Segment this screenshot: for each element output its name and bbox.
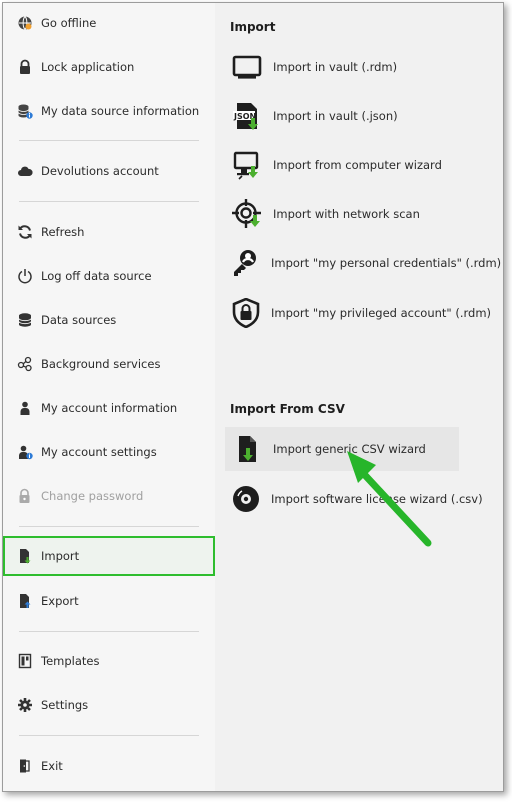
menu-item-devolutions-account[interactable]: Devolutions account [3, 151, 215, 191]
computer-import-icon [231, 149, 263, 181]
menu-divider [19, 631, 199, 632]
menu-item-my-account-information[interactable]: My account information [3, 388, 215, 428]
menu-item-log-off-data-source[interactable]: Log off data source [3, 256, 215, 296]
refresh-icon [17, 224, 33, 240]
menu-label: Log off data source [41, 269, 152, 283]
menu-label: My data source information [41, 104, 200, 118]
menu-label: Export [41, 594, 79, 608]
menu-label: Devolutions account [41, 164, 159, 178]
menu-item-refresh[interactable]: Refresh [3, 212, 215, 252]
user-icon [17, 400, 33, 416]
export-icon [17, 593, 33, 609]
menu-label: Go offline [41, 16, 97, 30]
import-item-label: Import with network scan [273, 207, 420, 221]
templates-icon [17, 653, 33, 669]
import-item-label: Import in vault (.rdm) [273, 60, 398, 74]
lock-key-icon [17, 488, 33, 504]
cloud-icon [17, 163, 33, 179]
menu-item-go-offline[interactable]: Go offline [3, 3, 215, 43]
import-section-title: Import [230, 20, 276, 34]
import-generic-csv-wizard[interactable]: Import generic CSV wizard [225, 427, 459, 471]
menu-label: My account information [41, 401, 178, 415]
database-info-icon [17, 103, 33, 119]
menu-item-my-account-settings[interactable]: My account settings [3, 432, 215, 472]
menu-label: Background services [41, 357, 161, 371]
power-icon [17, 268, 33, 284]
import-item-label: Import in vault (.json) [273, 109, 398, 123]
csv-import-icon [231, 433, 263, 465]
import-item-label: Import software license wizard (.csv) [271, 492, 483, 506]
menu-item-change-password[interactable]: Change password [3, 476, 215, 516]
menu-label: Exit [41, 759, 63, 773]
menu-label: Change password [41, 489, 144, 503]
menu-item-background-services[interactable]: Background services [3, 344, 215, 384]
menu-divider [19, 201, 199, 202]
menu-label: Templates [41, 654, 100, 668]
menu-label: Data sources [41, 313, 117, 327]
import-panel: Import Import in vault (.rdm) JSON Impor… [215, 3, 503, 791]
menu-label: Import [41, 549, 80, 563]
shield-lock-icon [231, 297, 261, 329]
menu-label: Lock application [41, 60, 135, 74]
menu-item-export[interactable]: Export [3, 581, 215, 621]
database-icon [17, 312, 33, 328]
import-my-personal-credentials[interactable]: Import "my personal credentials" (.rdm) [225, 241, 501, 285]
menu-divider [19, 526, 199, 527]
menu-label: Refresh [41, 225, 85, 239]
import-item-label: Import "my personal credentials" (.rdm) [271, 256, 502, 270]
app-window: Go offline Lock application My data sour… [2, 2, 504, 792]
import-in-vault-json[interactable]: JSON Import in vault (.json) [225, 94, 459, 138]
import-software-license-wizard[interactable]: Import software license wizard (.csv) [225, 477, 483, 521]
connected-nodes-icon [17, 356, 33, 372]
globe-icon [17, 15, 33, 31]
csv-section-title: Import From CSV [230, 402, 345, 416]
import-my-privileged-account[interactable]: Import "my privileged account" (.rdm) [225, 291, 491, 335]
menu-label: My account settings [41, 445, 157, 459]
left-menu: Go offline Lock application My data sour… [3, 3, 215, 791]
user-info-icon [17, 444, 33, 460]
menu-divider [19, 735, 199, 736]
menu-item-templates[interactable]: Templates [3, 641, 215, 681]
import-item-label: Import from computer wizard [273, 158, 442, 172]
import-with-network-scan[interactable]: Import with network scan [225, 192, 459, 236]
import-in-vault-rdm[interactable]: Import in vault (.rdm) [225, 45, 459, 89]
menu-item-data-sources[interactable]: Data sources [3, 300, 215, 340]
import-icon [17, 548, 33, 564]
menu-item-lock-application[interactable]: Lock application [3, 47, 215, 87]
network-scan-icon [231, 198, 263, 230]
gear-icon [17, 697, 33, 713]
import-from-computer-wizard[interactable]: Import from computer wizard [225, 143, 459, 187]
menu-label: Settings [41, 698, 89, 712]
menu-divider [19, 140, 199, 141]
disc-icon [231, 483, 261, 515]
key-user-icon [231, 247, 261, 279]
lock-icon [17, 59, 33, 75]
menu-item-my-data-source-information[interactable]: My data source information [3, 91, 215, 131]
import-item-label: Import generic CSV wizard [273, 442, 426, 456]
menu-item-import[interactable]: Import [3, 536, 215, 576]
menu-item-exit[interactable]: Exit [3, 746, 215, 786]
json-import-icon: JSON [231, 100, 263, 132]
menu-item-settings[interactable]: Settings [3, 685, 215, 725]
import-item-label: Import "my privileged account" (.rdm) [271, 306, 492, 320]
exit-door-icon [17, 758, 33, 774]
monitor-icon [231, 51, 263, 83]
